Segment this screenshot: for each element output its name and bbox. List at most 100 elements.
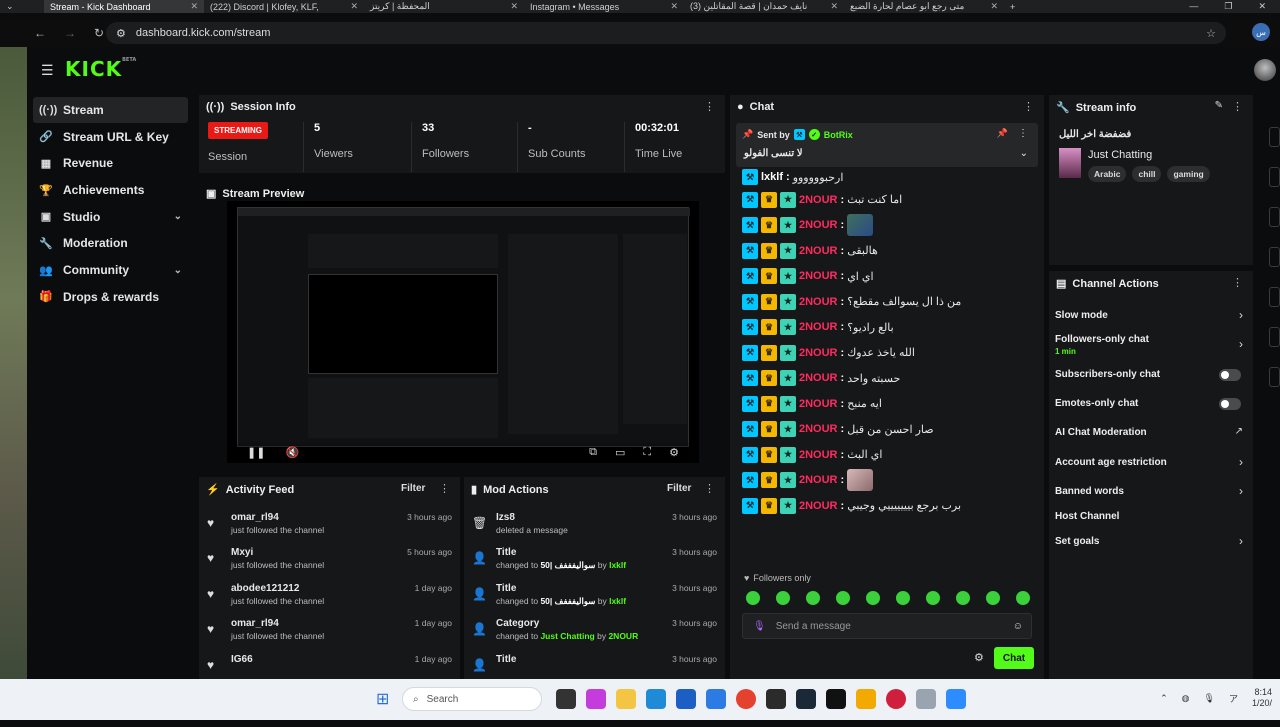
chat-settings-icon[interactable]: ⚙ — [974, 651, 984, 664]
emote-button[interactable] — [986, 591, 1000, 605]
tab-close-icon[interactable]: ✕ — [190, 1, 198, 12]
settings-icon[interactable]: ⚙ — [669, 446, 679, 459]
sidebar-item-revenue[interactable]: ▦ Revenue — [33, 150, 188, 176]
reload-icon[interactable]: ↻ — [94, 26, 104, 40]
more-options-icon[interactable]: ⋮ — [1232, 276, 1243, 289]
tab-close-icon[interactable]: ✕ — [990, 1, 998, 12]
category-thumbnail[interactable] — [1059, 148, 1081, 178]
sidebar-item-achievements[interactable]: 🏆 Achievements — [33, 177, 188, 203]
pip-icon[interactable]: ⧉ — [589, 446, 597, 459]
emote-button[interactable] — [806, 591, 820, 605]
action-host-channel[interactable]: Host Channel — [1055, 511, 1255, 522]
hamburger-menu-icon[interactable]: ☰ — [41, 62, 54, 79]
edge-tool-button[interactable] — [1269, 367, 1280, 387]
app-icon[interactable] — [916, 689, 936, 709]
app-icon[interactable] — [856, 689, 876, 709]
browser-menu-button[interactable]: ⌄ — [0, 0, 44, 13]
more-options-icon[interactable]: ⋮ — [1232, 100, 1243, 113]
kick-logo[interactable]: KICKBETA — [65, 57, 136, 81]
chevron-right-icon[interactable]: › — [1239, 534, 1243, 548]
windows-start-icon[interactable]: ⊞ — [376, 689, 389, 709]
emote-button[interactable] — [746, 591, 760, 605]
new-tab-button[interactable]: + — [1004, 0, 1028, 13]
app-icon[interactable] — [946, 689, 966, 709]
maximize-icon[interactable]: ❐ — [1224, 1, 1232, 12]
emote-button[interactable] — [956, 591, 970, 605]
task-view-icon[interactable] — [556, 689, 576, 709]
sidebar-item-drops[interactable]: 🎁 Drops & rewards — [33, 284, 188, 310]
obs-icon[interactable] — [766, 689, 786, 709]
clock[interactable]: 8:14 1/20/ — [1252, 687, 1272, 709]
stream-preview-video[interactable]: ❚❚ 🔇 ⧉ ▭ ⛶ ⚙ — [227, 201, 699, 463]
emotes-only-toggle[interactable] — [1219, 398, 1241, 410]
action-slow-mode[interactable]: Slow mode — [1055, 310, 1255, 321]
more-options-icon[interactable]: ⋮ — [439, 482, 450, 495]
tab-close-icon[interactable]: ✕ — [830, 1, 838, 12]
fullscreen-icon[interactable]: ⛶ — [643, 446, 651, 459]
app-icon[interactable] — [886, 689, 906, 709]
action-account-age[interactable]: Account age restriction — [1055, 457, 1255, 468]
external-link-icon[interactable]: ↗ — [1235, 426, 1243, 437]
close-window-icon[interactable]: ✕ — [1258, 1, 1266, 12]
emote-button[interactable] — [896, 591, 910, 605]
sidebar-item-studio[interactable]: ▣ Studio ⌄ — [33, 204, 188, 230]
chevron-right-icon[interactable]: › — [1239, 455, 1243, 469]
more-options-icon[interactable]: ⋮ — [704, 100, 715, 113]
site-info-icon[interactable]: ⚙ — [116, 27, 126, 40]
sidebar-item-moderation[interactable]: 🔧 Moderation — [33, 230, 188, 256]
edge-tool-button[interactable] — [1269, 327, 1280, 347]
emote-button[interactable] — [1016, 591, 1030, 605]
chevron-right-icon[interactable]: › — [1239, 308, 1243, 322]
epic-games-icon[interactable] — [826, 689, 846, 709]
action-set-goals[interactable]: Set goals — [1055, 536, 1255, 547]
bookmark-star-icon[interactable]: ☆ — [1206, 27, 1216, 40]
action-followers-only[interactable]: Followers-only chat 1 min — [1055, 334, 1255, 356]
network-icon[interactable]: ◍ — [1182, 693, 1190, 704]
edge-tool-button[interactable] — [1269, 207, 1280, 227]
browser-tab-5[interactable]: متى رجع ابو عصام لحارة الضبع ✕ — [844, 0, 1004, 13]
back-icon[interactable]: ← — [34, 26, 46, 40]
minimize-icon[interactable]: — — [1189, 1, 1198, 12]
microphone-icon[interactable]: 🎙 — [1204, 693, 1215, 704]
pause-icon[interactable]: ❚❚ — [247, 446, 265, 459]
app-icon[interactable] — [706, 689, 726, 709]
more-options-icon[interactable]: ⋮ — [1023, 100, 1034, 113]
steam-icon[interactable] — [796, 689, 816, 709]
taskbar-search[interactable]: ⌕ Search — [402, 687, 542, 711]
category-name[interactable]: Just Chatting — [1088, 149, 1152, 161]
unpin-icon[interactable]: 📌 — [997, 128, 1008, 139]
emoji-picker-icon[interactable]: ☺ — [1013, 621, 1023, 632]
tab-close-icon[interactable]: ✕ — [670, 1, 678, 12]
activity-filter-button[interactable]: Filter — [401, 483, 425, 494]
app-icon[interactable] — [586, 689, 606, 709]
emote-button[interactable] — [836, 591, 850, 605]
chevron-right-icon[interactable]: › — [1239, 337, 1243, 351]
sidebar-item-stream-url[interactable]: 🔗 Stream URL & Key — [33, 124, 188, 150]
tab-close-icon[interactable]: ✕ — [510, 1, 518, 12]
url-input[interactable]: ⚙ dashboard.kick.com/stream ☆ — [106, 22, 1226, 44]
chevron-down-icon[interactable]: ⌄ — [1020, 148, 1028, 159]
browser-tab-2[interactable]: المحفظة | كريتز ✕ — [364, 0, 524, 13]
action-ai-moderation[interactable]: AI Chat Moderation — [1055, 427, 1255, 438]
browser-tab-1[interactable]: (222) Discord | Klofey, KLF, ✕ — [204, 0, 364, 13]
edge-tool-button[interactable] — [1269, 287, 1280, 307]
tab-close-icon[interactable]: ✕ — [350, 1, 358, 12]
more-options-icon[interactable]: ⋮ — [704, 482, 715, 495]
microphone-icon[interactable]: 🎙 — [753, 621, 766, 632]
browser-tab-0[interactable]: Stream - Kick Dashboard ✕ — [44, 0, 204, 13]
forward-icon[interactable]: → — [64, 26, 76, 40]
pinned-message[interactable]: 📌 Sent by ⚒ ✓ BotRix لا تنسى الفولو 📌 ⋮ … — [736, 123, 1038, 167]
language-icon[interactable]: ア — [1229, 692, 1238, 705]
edge-tool-button[interactable] — [1269, 167, 1280, 187]
theatre-icon[interactable]: ▭ — [615, 446, 625, 459]
browser-profile-avatar[interactable]: س — [1252, 23, 1270, 41]
pinned-options-icon[interactable]: ⋮ — [1018, 128, 1028, 139]
user-avatar[interactable] — [1254, 59, 1276, 81]
browser-tab-3[interactable]: Instagram • Messages ✕ — [524, 0, 684, 13]
chevron-right-icon[interactable]: › — [1239, 484, 1243, 498]
file-explorer-icon[interactable] — [616, 689, 636, 709]
browser-tab-4[interactable]: (3) نايف حمدان | قصة المقاتلين ✕ — [684, 0, 844, 13]
edge-tool-button[interactable] — [1269, 127, 1280, 147]
action-banned-words[interactable]: Banned words — [1055, 486, 1255, 497]
sidebar-item-community[interactable]: 👥 Community ⌄ — [33, 257, 188, 283]
